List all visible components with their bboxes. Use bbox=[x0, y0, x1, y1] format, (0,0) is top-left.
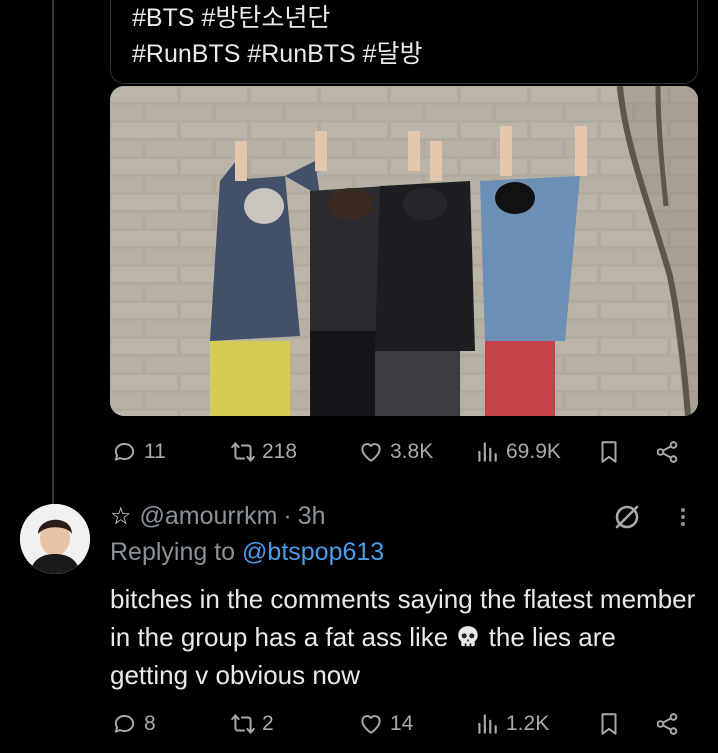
replying-prefix: Replying to bbox=[110, 538, 236, 566]
bookmark-icon bbox=[601, 441, 617, 463]
share-button[interactable] bbox=[654, 434, 680, 470]
share-icon bbox=[656, 441, 678, 463]
reply-views-button[interactable]: 1.2K bbox=[474, 706, 549, 742]
bookmark-icon bbox=[601, 713, 617, 735]
view-count: 69.9K bbox=[506, 440, 561, 463]
tweet-action-bar: 11 218 3.8K 69.9K bbox=[110, 434, 700, 470]
reply-icon bbox=[114, 714, 135, 733]
replying-to-line: Replying to @btspop613 bbox=[110, 538, 384, 567]
views-chart-icon bbox=[478, 442, 497, 462]
reply-count: 11 bbox=[144, 440, 166, 463]
heart-icon bbox=[361, 443, 381, 462]
reply-body: bitches in the comments saying the flate… bbox=[110, 580, 700, 694]
replying-to-link[interactable]: @btspop613 bbox=[242, 538, 384, 566]
retweet-button[interactable]: 218 bbox=[230, 434, 297, 470]
reply-header: ☆ @amourrkm · 3h bbox=[110, 500, 326, 532]
retweet-icon bbox=[231, 442, 255, 462]
hashtag-line-2[interactable]: #RunBTS #RunBTS #달방 bbox=[132, 36, 423, 72]
reply-handle[interactable]: @amourrkm bbox=[140, 502, 278, 531]
thread-line bbox=[52, 0, 54, 505]
reply-button[interactable]: 11 bbox=[112, 434, 166, 470]
views-button[interactable]: 69.9K bbox=[474, 434, 561, 470]
hashtag-line-1[interactable]: #BTS #방탄소년단 bbox=[132, 0, 423, 36]
reply-reply-count: 8 bbox=[144, 712, 156, 735]
reply-retweet-button[interactable]: 2 bbox=[230, 706, 274, 742]
reply-icon bbox=[114, 442, 135, 461]
tweet-photo[interactable] bbox=[110, 86, 698, 416]
skull-emoji-icon bbox=[458, 626, 479, 647]
retweet-count: 218 bbox=[262, 440, 298, 463]
quoted-tweet-hashtags: #BTS #방탄소년단 #RunBTS #RunBTS #달방 bbox=[132, 0, 423, 72]
retweet-icon bbox=[231, 714, 255, 734]
more-options-icon[interactable] bbox=[676, 502, 690, 532]
avatar[interactable] bbox=[20, 504, 90, 574]
like-button[interactable]: 3.8K bbox=[358, 434, 433, 470]
like-count: 3.8K bbox=[390, 440, 434, 463]
bookmark-button[interactable] bbox=[596, 434, 622, 470]
avatar-photo bbox=[20, 504, 90, 574]
share-icon bbox=[656, 713, 678, 735]
reply-reply-button[interactable]: 8 bbox=[112, 706, 156, 742]
reply-retweet-count: 2 bbox=[262, 712, 274, 735]
reply-share-button[interactable] bbox=[654, 706, 680, 742]
star-icon: ☆ bbox=[110, 502, 132, 530]
grok-icon[interactable] bbox=[612, 502, 642, 532]
header-separator: · bbox=[283, 501, 292, 530]
reply-action-bar: 8 2 14 1.2K bbox=[110, 706, 700, 742]
reply-view-count: 1.2K bbox=[506, 712, 550, 735]
views-chart-icon bbox=[478, 714, 497, 734]
reply-bookmark-button[interactable] bbox=[596, 706, 622, 742]
heart-icon bbox=[361, 715, 381, 734]
reply-time[interactable]: 3h bbox=[298, 502, 326, 531]
reply-like-button[interactable]: 14 bbox=[358, 706, 413, 742]
photo-people-against-wall bbox=[110, 86, 698, 416]
reply-like-count: 14 bbox=[390, 712, 414, 735]
